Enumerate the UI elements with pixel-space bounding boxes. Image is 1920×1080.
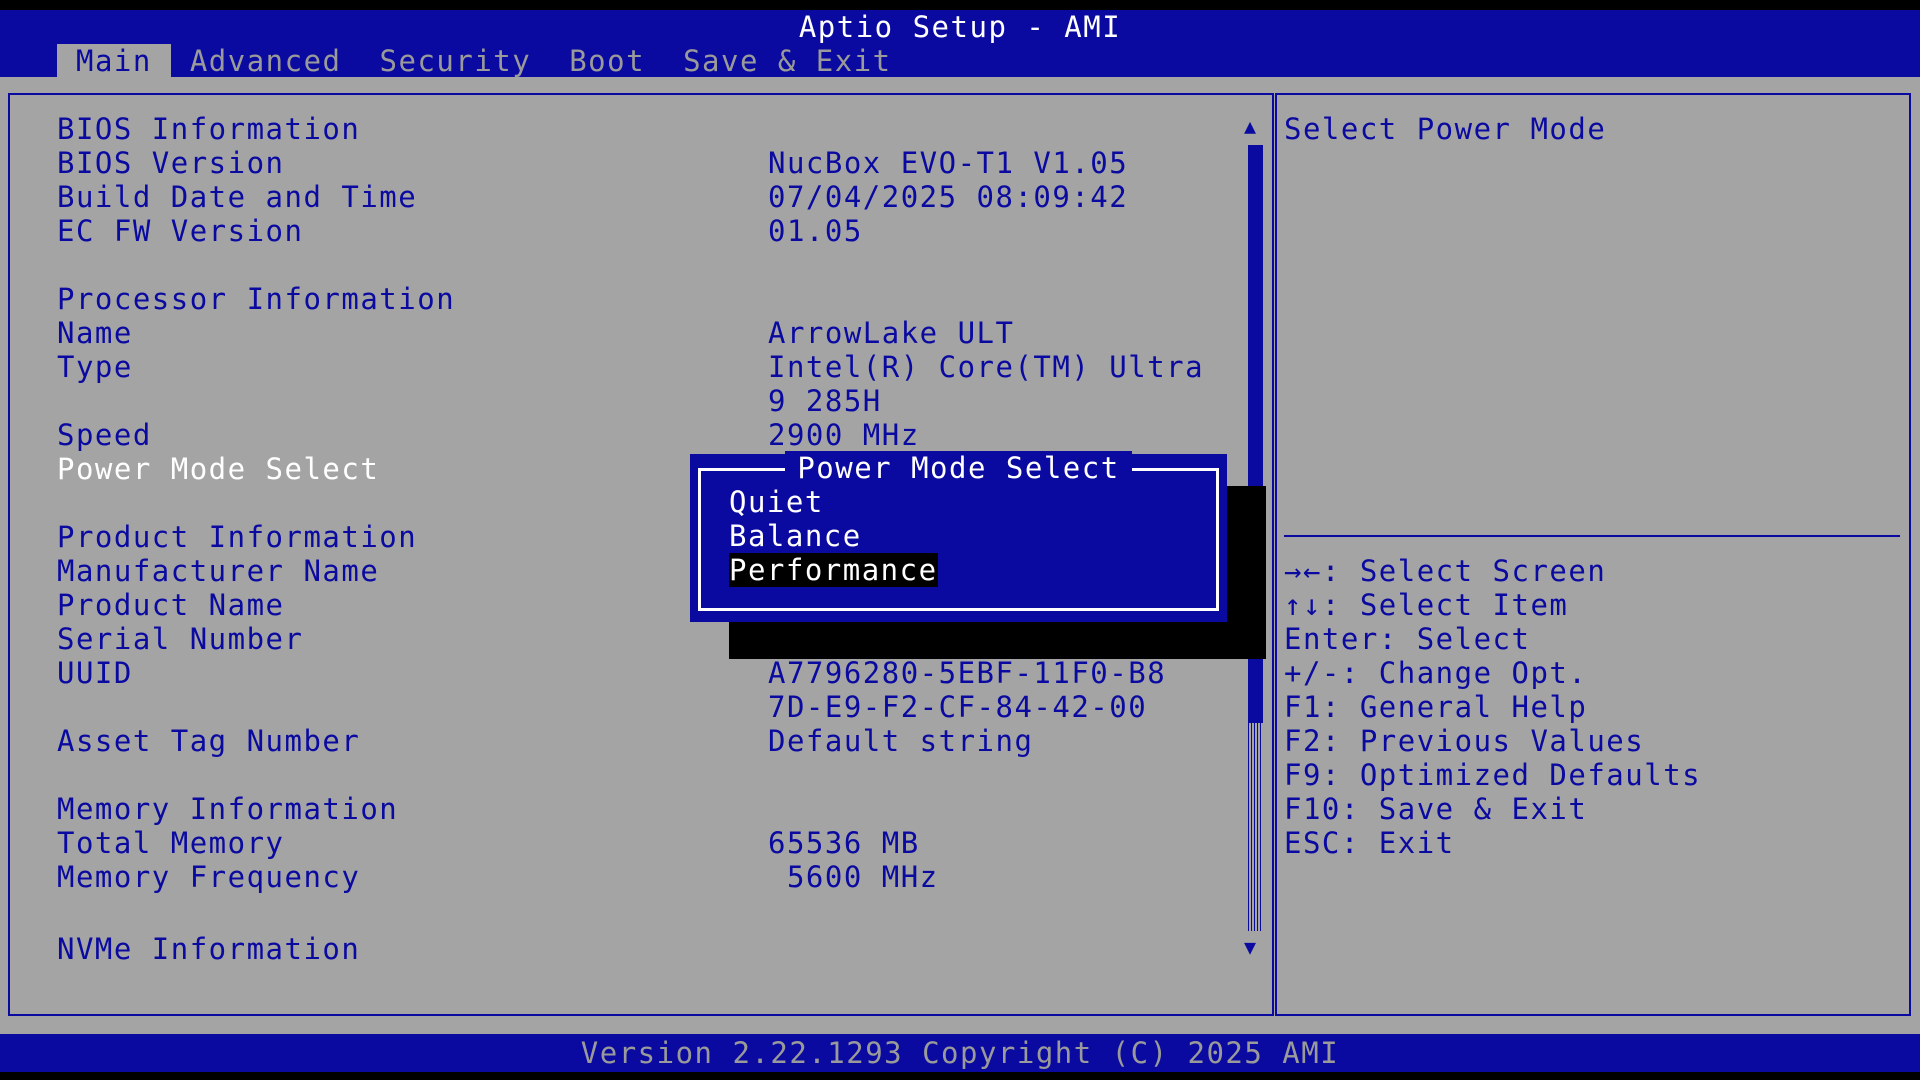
serial-number-label: Serial Number	[57, 622, 304, 656]
help-key-f2: F2: Previous Values	[1284, 724, 1645, 758]
help-key-enter: Enter: Select	[1284, 622, 1531, 656]
memory-info-heading: Memory Information	[57, 792, 399, 826]
build-date-label: Build Date and Time	[57, 180, 418, 214]
version-copyright: Version 2.22.1293 Copyright (C) 2025 AMI	[580, 1036, 1340, 1070]
help-key-select-item: ↑↓: Select Item	[1284, 588, 1569, 622]
header-bar: Aptio Setup - AMI Main Advanced Security…	[0, 10, 1920, 78]
build-date-value: 07/04/2025 08:09:42	[768, 180, 1129, 214]
tab-bar: Main Advanced Security Boot Save & Exit	[57, 44, 911, 78]
help-key-f10: F10: Save & Exit	[1284, 792, 1588, 826]
cpu-type-label: Type	[57, 350, 133, 384]
popup-title: Power Mode Select	[690, 451, 1227, 485]
manufacturer-label: Manufacturer Name	[57, 554, 380, 588]
cpu-speed-value: 2900 MHz	[768, 418, 920, 452]
option-performance[interactable]: Performance	[729, 553, 938, 587]
help-description: Select Power Mode	[1284, 112, 1607, 146]
bios-info-heading: BIOS Information	[57, 112, 361, 146]
total-memory-value: 65536 MB	[768, 826, 920, 860]
help-key-f1: F1: General Help	[1284, 690, 1588, 724]
bios-version-value: NucBox EVO-T1 V1.05	[768, 146, 1129, 180]
cpu-type-value-line1: Intel(R) Core(TM) Ultra	[768, 350, 1205, 384]
option-balance[interactable]: Balance	[729, 519, 862, 553]
memory-frequency-value: 5600 MHz	[768, 860, 939, 894]
help-key-change-opt: +/-: Change Opt.	[1284, 656, 1588, 690]
tab-security[interactable]: Security	[361, 44, 551, 78]
tab-save-exit[interactable]: Save & Exit	[664, 44, 911, 78]
scroll-down-arrow-icon[interactable]: ▼	[1244, 937, 1258, 957]
cpu-speed-label: Speed	[57, 418, 152, 452]
memory-frequency-label: Memory Frequency	[57, 860, 361, 894]
ec-fw-value: 01.05	[768, 214, 863, 248]
popup-title-text: Power Mode Select	[785, 451, 1132, 485]
asset-tag-value: Default string	[768, 724, 1034, 758]
help-key-select-screen: →←: Select Screen	[1284, 554, 1607, 588]
scrollbar-track[interactable]	[1248, 723, 1263, 931]
help-key-esc: ESC: Exit	[1284, 826, 1455, 860]
total-memory-label: Total Memory	[57, 826, 285, 860]
app-title: Aptio Setup - AMI	[798, 10, 1122, 44]
power-mode-select-item[interactable]: Power Mode Select	[57, 452, 379, 486]
tab-boot[interactable]: Boot	[550, 44, 664, 78]
bios-version-label: BIOS Version	[57, 146, 285, 180]
asset-tag-label: Asset Tag Number	[57, 724, 361, 758]
power-mode-popup: Power Mode Select Quiet Balance Performa…	[690, 451, 1227, 622]
option-quiet[interactable]: Quiet	[729, 485, 824, 519]
uuid-value-line2: 7D-E9-F2-CF-84-42-00	[768, 690, 1148, 724]
tab-main[interactable]: Main	[57, 44, 171, 78]
cpu-type-value-line2: 9 285H	[768, 384, 882, 418]
nvme-info-heading: NVMe Information	[57, 932, 361, 966]
uuid-label: UUID	[57, 656, 133, 690]
cpu-name-label: Name	[57, 316, 133, 350]
help-divider	[1284, 535, 1900, 537]
footer-bar: Version 2.22.1293 Copyright (C) 2025 AMI	[0, 1034, 1920, 1072]
help-key-f9: F9: Optimized Defaults	[1284, 758, 1702, 792]
scroll-up-arrow-icon[interactable]: ▲	[1244, 116, 1258, 136]
product-name-label: Product Name	[57, 588, 285, 622]
cpu-name-value: ArrowLake ULT	[768, 316, 1015, 350]
processor-info-heading: Processor Information	[57, 282, 456, 316]
uuid-value-line1: A7796280-5EBF-11F0-B8	[768, 656, 1167, 690]
product-info-heading: Product Information	[57, 520, 418, 554]
tab-advanced[interactable]: Advanced	[171, 44, 361, 78]
ec-fw-label: EC FW Version	[57, 214, 304, 248]
